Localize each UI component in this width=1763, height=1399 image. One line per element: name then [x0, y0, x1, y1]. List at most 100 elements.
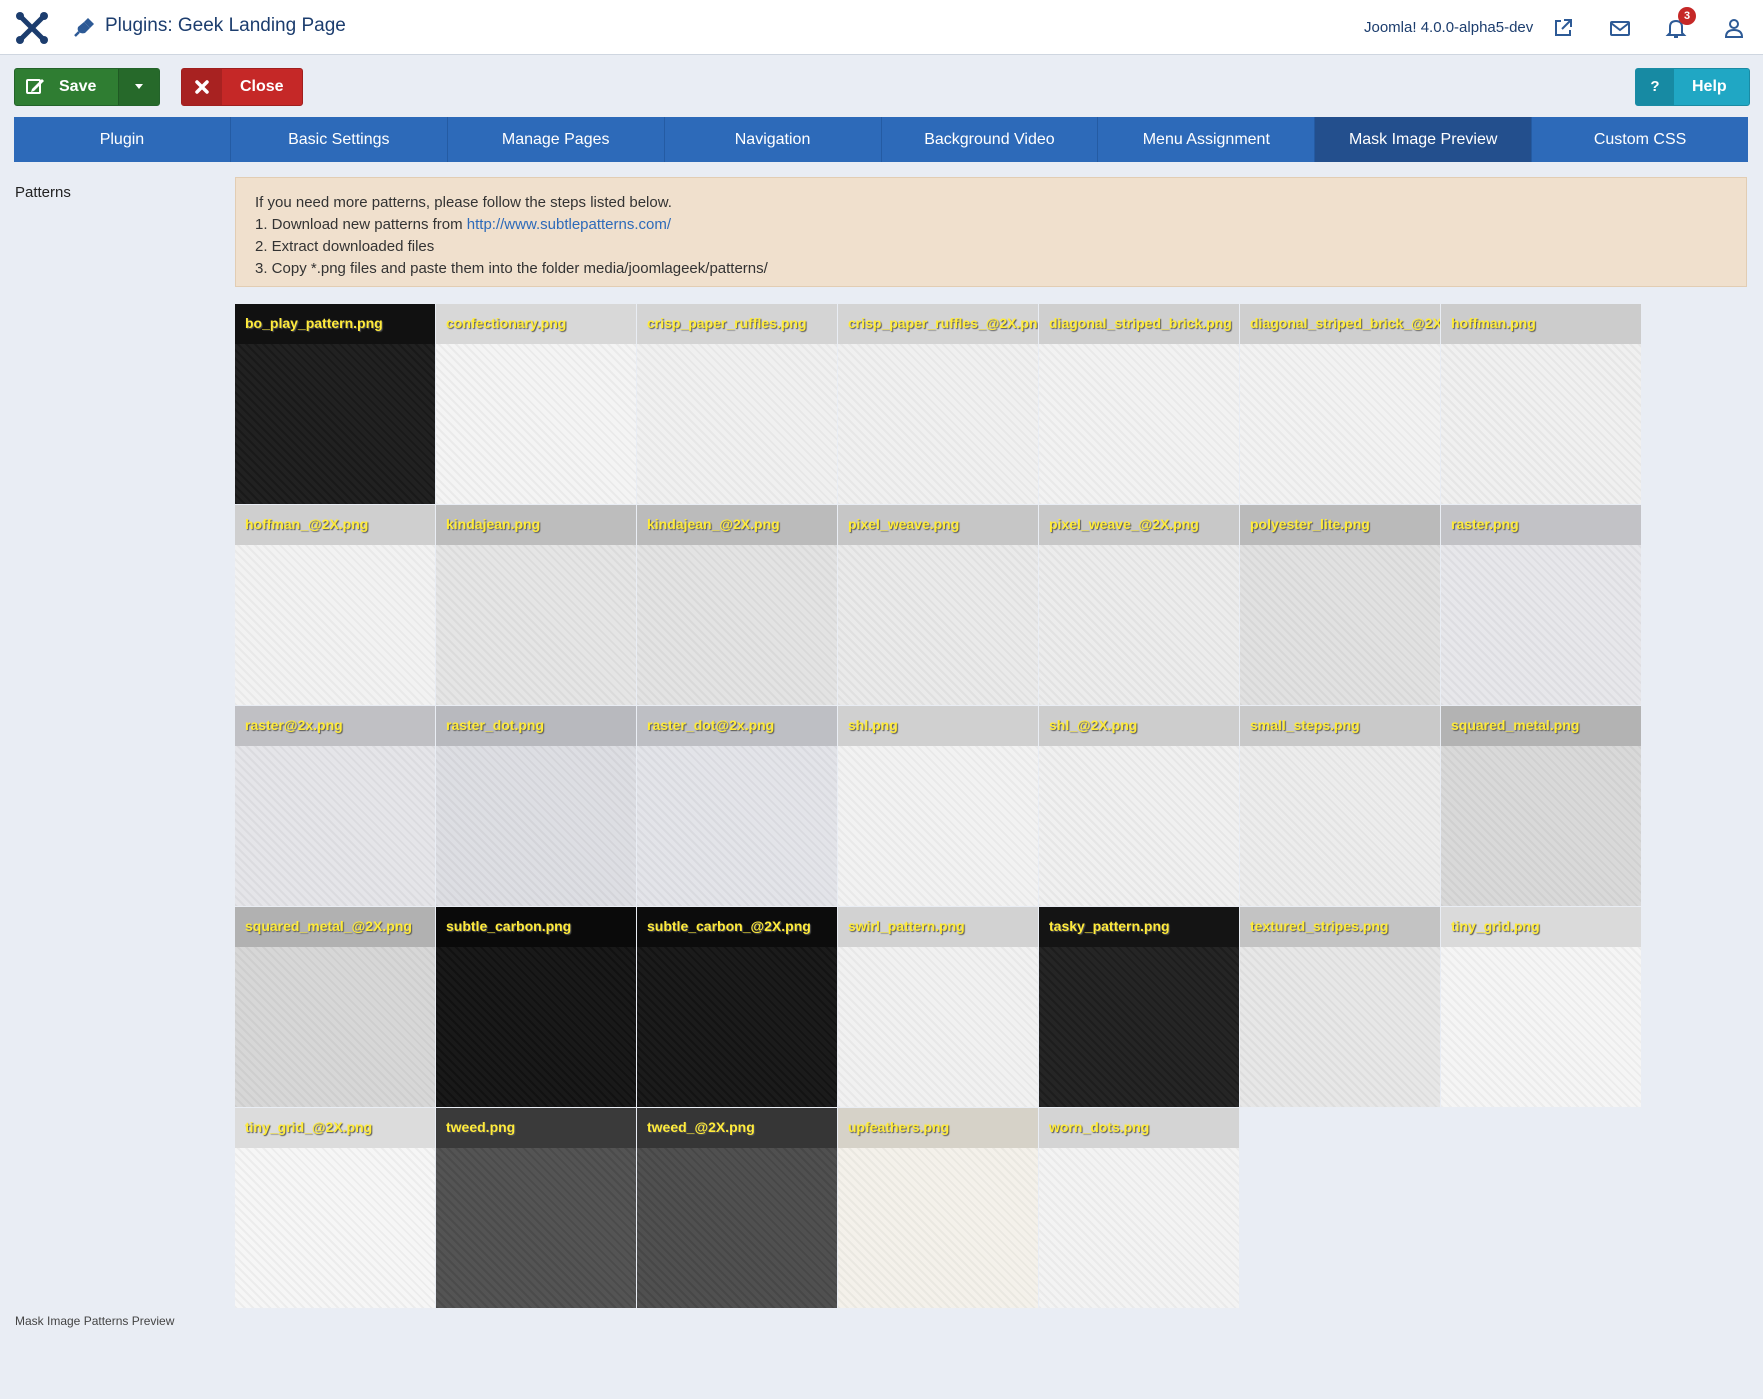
- alert-step-1-text: 1. Download new patterns from: [255, 216, 467, 233]
- settings-tabs: Plugin Basic Settings Manage Pages Navig…: [14, 117, 1748, 162]
- alert-step-3: 3. Copy *.png files and paste them into …: [255, 260, 768, 277]
- tab-custom-css[interactable]: Custom CSS: [1532, 117, 1748, 162]
- pattern-tile[interactable]: bo_play_pattern.png: [235, 304, 435, 504]
- help-icon: ?: [1636, 69, 1674, 105]
- pattern-tile[interactable]: raster_dot@2x.png: [637, 706, 837, 906]
- tab-plugin[interactable]: Plugin: [14, 117, 231, 162]
- pattern-filename: crisp_paper_ruffles.png: [647, 315, 807, 331]
- pattern-filename: tiny_grid.png: [1451, 918, 1540, 934]
- pattern-filename: shl_@2X.png: [1049, 717, 1138, 733]
- pattern-filename: subtle_carbon_@2X.png: [647, 918, 811, 934]
- pattern-filename: pixel_weave.png: [848, 516, 960, 532]
- pattern-tile[interactable]: kindajean.png: [436, 505, 636, 705]
- top-header: Plugins: Geek Landing Page Joomla! 4.0.0…: [0, 0, 1763, 55]
- pattern-tile[interactable]: tiny_grid.png: [1441, 907, 1641, 1107]
- pattern-tile[interactable]: subtle_carbon_@2X.png: [637, 907, 837, 1107]
- notification-badge: 3: [1678, 7, 1696, 25]
- tab-background-video[interactable]: Background Video: [882, 117, 1099, 162]
- pattern-tile[interactable]: raster.png: [1441, 505, 1641, 705]
- pattern-tile[interactable]: kindajean_@2X.png: [637, 505, 837, 705]
- tab-mask-image-preview[interactable]: Mask Image Preview: [1315, 117, 1533, 162]
- mail-icon[interactable]: [1608, 16, 1632, 40]
- tab-menu-assignment[interactable]: Menu Assignment: [1098, 117, 1316, 162]
- pattern-tile[interactable]: subtle_carbon.png: [436, 907, 636, 1107]
- user-icon[interactable]: [1722, 16, 1746, 40]
- pattern-tile[interactable]: diagonal_striped_brick_@2X.png: [1240, 304, 1440, 504]
- pattern-tile[interactable]: diagonal_striped_brick.png: [1039, 304, 1239, 504]
- tab-navigation[interactable]: Navigation: [665, 117, 882, 162]
- pattern-tile[interactable]: tweed.png: [436, 1108, 636, 1308]
- save-button[interactable]: Save: [14, 68, 160, 106]
- pattern-filename: squared_metal_@2X.png: [245, 918, 412, 934]
- pattern-filename: swirl_pattern.png: [848, 918, 965, 934]
- pattern-filename: worn_dots.png: [1049, 1119, 1150, 1135]
- tab-manage-pages[interactable]: Manage Pages: [448, 117, 665, 162]
- joomla-logo-icon[interactable]: [14, 10, 50, 46]
- pattern-tile[interactable]: raster@2x.png: [235, 706, 435, 906]
- pattern-tile[interactable]: small_steps.png: [1240, 706, 1440, 906]
- pattern-tile[interactable]: pixel_weave.png: [838, 505, 1038, 705]
- pattern-tile[interactable]: crisp_paper_ruffles.png: [637, 304, 837, 504]
- subtlepatterns-link[interactable]: http://www.subtlepatterns.com/: [467, 216, 671, 233]
- pattern-tile[interactable]: shl_@2X.png: [1039, 706, 1239, 906]
- pattern-filename: hoffman_@2X.png: [245, 516, 369, 532]
- pattern-filename: shl.png: [848, 717, 898, 733]
- pattern-filename: tasky_pattern.png: [1049, 918, 1170, 934]
- pattern-filename: pixel_weave_@2X.png: [1049, 516, 1199, 532]
- info-alert: If you need more patterns, please follow…: [235, 177, 1747, 287]
- pattern-tile[interactable]: swirl_pattern.png: [838, 907, 1038, 1107]
- page-title: Plugins: Geek Landing Page: [105, 15, 346, 36]
- pattern-filename: tiny_grid_@2X.png: [245, 1119, 373, 1135]
- pattern-tile[interactable]: polyester_lite.png: [1240, 505, 1440, 705]
- pattern-tile[interactable]: textured_stripes.png: [1240, 907, 1440, 1107]
- pattern-filename: confectionary.png: [446, 315, 567, 331]
- pattern-filename: raster_dot@2x.png: [647, 717, 775, 733]
- edit-icon: [26, 79, 44, 94]
- close-label: Close: [240, 78, 284, 95]
- pattern-tile[interactable]: hoffman_@2X.png: [235, 505, 435, 705]
- alert-intro: If you need more patterns, please follow…: [255, 194, 672, 211]
- close-icon: [182, 69, 222, 105]
- pattern-tile[interactable]: tiny_grid_@2X.png: [235, 1108, 435, 1308]
- pattern-filename: small_steps.png: [1250, 717, 1360, 733]
- pattern-filename: tweed.png: [446, 1119, 516, 1135]
- pattern-tile[interactable]: hoffman.png: [1441, 304, 1641, 504]
- pattern-filename: subtle_carbon.png: [446, 918, 572, 934]
- plug-icon: [74, 18, 94, 37]
- pattern-tile[interactable]: pixel_weave_@2X.png: [1039, 505, 1239, 705]
- help-label: Help: [1692, 78, 1727, 95]
- pattern-tile[interactable]: squared_metal_@2X.png: [235, 907, 435, 1107]
- alert-step-2: 2. Extract downloaded files: [255, 238, 435, 255]
- pattern-filename: raster.png: [1451, 516, 1519, 532]
- pattern-filename: hoffman.png: [1451, 315, 1536, 331]
- pattern-filename: raster_dot.png: [446, 717, 545, 733]
- pattern-filename: kindajean.png: [446, 516, 541, 532]
- pattern-tile[interactable]: tasky_pattern.png: [1039, 907, 1239, 1107]
- pattern-tile[interactable]: upfeathers.png: [838, 1108, 1038, 1308]
- close-button[interactable]: Close: [181, 68, 303, 106]
- pattern-tile[interactable]: squared_metal.png: [1441, 706, 1641, 906]
- pattern-tile[interactable]: crisp_paper_ruffles_@2X.png: [838, 304, 1038, 504]
- external-link-icon[interactable]: [1551, 16, 1575, 40]
- caret-down-icon: [135, 84, 143, 89]
- version-link[interactable]: Joomla! 4.0.0-alpha5-dev: [1364, 19, 1533, 36]
- pattern-tile[interactable]: tweed_@2X.png: [637, 1108, 837, 1308]
- pattern-filename: diagonal_striped_brick.png: [1049, 315, 1232, 331]
- pattern-filename: bo_play_pattern.png: [245, 315, 383, 331]
- tab-basic-settings[interactable]: Basic Settings: [231, 117, 448, 162]
- help-button[interactable]: ? Help: [1635, 68, 1750, 106]
- pattern-filename: kindajean_@2X.png: [647, 516, 780, 532]
- pattern-tile[interactable]: raster_dot.png: [436, 706, 636, 906]
- pattern-filename: diagonal_striped_brick_@2X.png: [1250, 315, 1440, 331]
- pattern-filename: tweed_@2X.png: [647, 1119, 755, 1135]
- pattern-filename: crisp_paper_ruffles_@2X.png: [848, 315, 1038, 331]
- pattern-tile[interactable]: worn_dots.png: [1039, 1108, 1239, 1308]
- pattern-filename: upfeathers.png: [848, 1119, 950, 1135]
- pattern-filename: squared_metal.png: [1451, 717, 1580, 733]
- save-label: Save: [59, 78, 97, 95]
- pattern-tile[interactable]: confectionary.png: [436, 304, 636, 504]
- pattern-tile[interactable]: shl.png: [838, 706, 1038, 906]
- pattern-filename: raster@2x.png: [245, 717, 343, 733]
- alert-step-1: 1. Download new patterns from http://www…: [255, 214, 1727, 236]
- save-dropdown-toggle[interactable]: [118, 69, 159, 105]
